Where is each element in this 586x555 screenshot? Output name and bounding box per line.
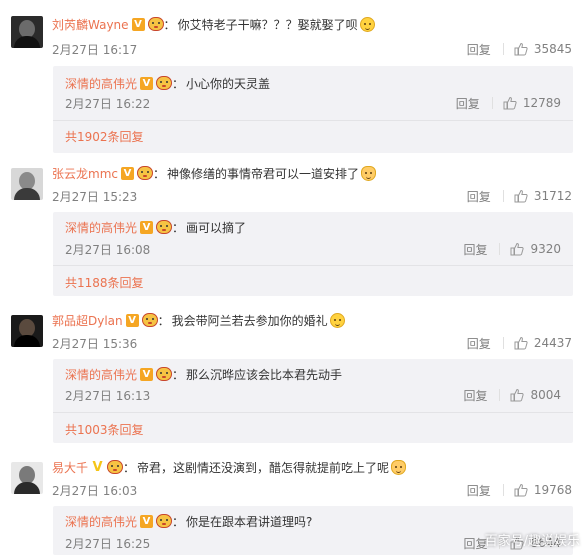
thumbs-up-icon[interactable] [510, 242, 525, 256]
timestamp: 2月27日 15:36 [52, 336, 138, 351]
avatar[interactable] [11, 168, 43, 200]
reply-button[interactable]: 回复 [467, 41, 491, 58]
like-count: 8004 [530, 388, 561, 402]
thumbs-up-icon[interactable] [503, 96, 517, 110]
bear-badge-icon [147, 17, 164, 31]
timestamp: 2月27日 16:17 [52, 42, 138, 57]
bear-badge-icon [141, 313, 158, 327]
avatar[interactable] [11, 16, 43, 48]
reply-text: 那么沉晔应该会比本君先动手 [186, 367, 343, 382]
bear-badge-icon [156, 76, 173, 90]
divider [502, 43, 504, 55]
more-replies-link[interactable]: 共1188条回复 [65, 274, 144, 291]
thumbs-up-icon[interactable] [514, 483, 528, 497]
divider [502, 484, 504, 496]
username[interactable]: 易大千 [52, 459, 88, 476]
bear-badge-icon [156, 220, 173, 234]
reply-box: 深情的高伟光 V ： 小心你的天灵盖 2月27日 16:22 回复 12789 … [53, 66, 573, 153]
comment-text: 神像修缮的事情帝君可以一道安排了 [167, 166, 360, 181]
like-count: 9320 [530, 242, 561, 256]
reply-button[interactable]: 回复 [467, 335, 491, 352]
more-replies-link[interactable]: 共1003条回复 [65, 421, 144, 438]
bear-badge-icon [107, 460, 124, 474]
cat-emoji-icon [391, 459, 407, 475]
avatar[interactable] [11, 462, 43, 494]
divider [499, 243, 501, 255]
timestamp: 2月27日 16:25 [65, 536, 151, 551]
username[interactable]: 深情的高伟光 [65, 513, 137, 530]
timestamp: 2月27日 15:23 [52, 189, 138, 204]
timestamp: 2月27日 16:22 [65, 96, 151, 111]
username[interactable]: 刘芮麟Wayne [52, 16, 129, 33]
smile-emoji-icon [359, 16, 375, 32]
thumbs-up-icon[interactable] [514, 42, 528, 56]
like-count: 12789 [522, 96, 561, 110]
reply-text: 画可以摘了 [186, 220, 247, 235]
bear-badge-icon [156, 514, 173, 528]
reply-text: 你是在跟本君讲道理吗? [186, 514, 313, 529]
username[interactable]: 深情的高伟光 [65, 75, 137, 92]
like-count: 24437 [533, 336, 572, 350]
bear-badge-icon [136, 166, 153, 180]
reply-button[interactable]: 回复 [467, 482, 491, 499]
like-count: 31712 [533, 189, 572, 203]
divider [491, 97, 493, 109]
more-replies-link[interactable]: 共1902条回复 [65, 128, 144, 145]
avatar[interactable] [11, 315, 43, 347]
verified-badge: V [140, 367, 154, 381]
watermark: 百家号/趣说娱乐 [484, 534, 580, 549]
divider [502, 337, 504, 349]
thumbs-up-icon[interactable] [514, 189, 528, 203]
username[interactable]: 深情的高伟光 [65, 219, 137, 236]
reply-button[interactable]: 回复 [463, 387, 487, 404]
reply-button[interactable]: 回复 [463, 241, 487, 258]
reply-box: 深情的高伟光 V ： 画可以摘了 2月27日 16:08 回复 9320 共11… [53, 212, 573, 296]
username[interactable]: 郭品超Dylan [52, 312, 123, 329]
username[interactable]: 深情的高伟光 [65, 366, 137, 383]
timestamp: 2月27日 16:03 [52, 483, 138, 498]
divider [499, 389, 501, 401]
reply-button[interactable]: 回复 [456, 95, 480, 112]
verified-badge: V [125, 313, 139, 327]
timestamp: 2月27日 16:13 [65, 388, 151, 403]
verified-badge: V [120, 166, 134, 180]
cat-emoji-icon [361, 165, 377, 181]
comment-text: 我会带阿兰若去参加你的婚礼 [171, 313, 328, 328]
verified-badge: V [140, 220, 154, 234]
reply-box: 深情的高伟光 V ： 那么沉晔应该会比本君先动手 2月27日 16:13 回复 … [53, 359, 573, 443]
reply-button[interactable]: 回复 [467, 188, 491, 205]
username[interactable]: 张云龙mmc [52, 165, 118, 182]
thumbs-up-icon[interactable] [514, 336, 528, 350]
thumbs-up-icon[interactable] [510, 388, 525, 402]
verified-badge: V [131, 17, 145, 31]
divider [502, 190, 504, 202]
like-count: 35845 [533, 42, 572, 56]
verified-badge: V [140, 76, 154, 90]
bear-badge-icon [156, 367, 173, 381]
timestamp: 2月27日 16:08 [65, 242, 151, 257]
shy-emoji-icon [329, 312, 345, 328]
like-count: 19768 [533, 483, 572, 497]
reply-text: 小心你的天灵盖 [186, 76, 271, 91]
comment-text: 帝君，这剧情还没演到，醋怎得就提前吃上了呢 [137, 460, 390, 475]
verified-badge: V [92, 459, 103, 475]
comment-text: 你艾特老子干嘛？？？娶就娶了呗 [177, 17, 358, 32]
verified-badge: V [140, 514, 154, 528]
